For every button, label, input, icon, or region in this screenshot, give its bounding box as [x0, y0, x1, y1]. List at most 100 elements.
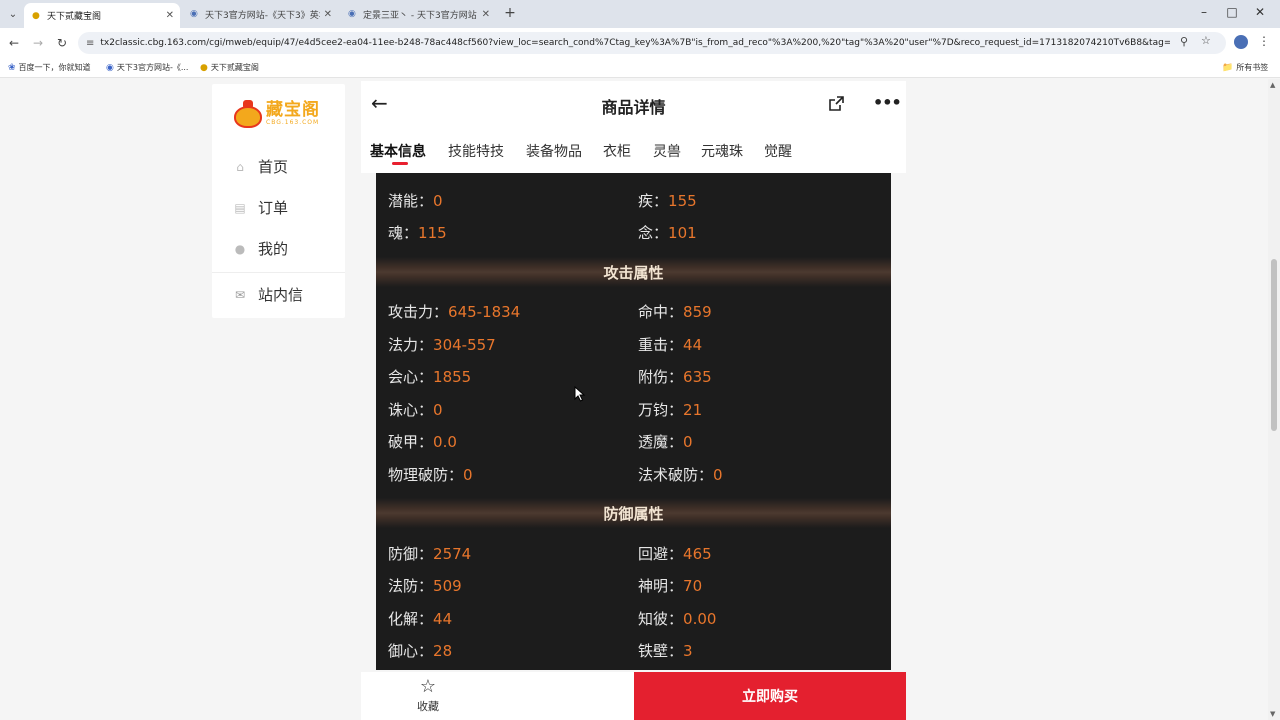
bottom-action-bar: ☆ 收藏 立即购买 — [361, 672, 906, 720]
attr-mind: 念：101 — [638, 224, 697, 242]
sidebar-divider — [212, 272, 345, 273]
bookmark-baidu[interactable]: ❀ 百度一下，你就知道 — [8, 62, 91, 73]
cbg-favicon-icon: ● — [200, 62, 208, 73]
attr-magic-break: 法术破防：0 — [638, 466, 723, 484]
buy-now-button[interactable]: 立即购买 — [634, 672, 906, 720]
attr-heart-guard: 御心：28 — [388, 642, 453, 660]
attr-armor-break: 破甲：0.0 — [388, 433, 457, 451]
star-icon: ☆ — [419, 676, 437, 697]
cbg-favicon-icon: ● — [32, 10, 40, 21]
tab-search-icon[interactable]: ⌄ — [4, 5, 22, 23]
folder-icon: 📁 — [1222, 62, 1234, 73]
tx3-favicon-icon: ◉ — [106, 62, 114, 73]
url-omnibox[interactable]: ≡ tx2classic.cbg.163.com/cgi/mweb/equip/… — [78, 32, 1226, 54]
sidebar-item-home[interactable]: ⌂ 首页 — [233, 156, 288, 177]
share-icon[interactable] — [828, 95, 845, 112]
tab-basic-info[interactable]: 基本信息 — [370, 141, 426, 161]
mail-icon: ✉ — [234, 287, 246, 302]
attr-potential: 潜能：0 — [388, 192, 443, 210]
sidebar-item-label: 订单 — [258, 199, 289, 217]
tab-equipment[interactable]: 装备物品 — [526, 141, 582, 161]
category-tabs: 基本信息 技能特技 装备物品 衣柜 灵兽 元魂珠 觉醒 — [361, 127, 906, 173]
tab-close-icon[interactable]: ✕ — [324, 9, 332, 20]
browser-menu-icon[interactable]: ⋮ — [1258, 34, 1270, 48]
tab-wardrobe[interactable]: 衣柜 — [603, 141, 631, 161]
bookmark-star-icon[interactable]: ☆ — [1201, 34, 1211, 47]
attr-evasion: 回避：465 — [638, 545, 712, 563]
bookmark-label: 天下贰藏宝阁 — [210, 63, 259, 72]
site-info-icon[interactable]: ≡ — [86, 38, 94, 49]
browser-tab-tx3-official[interactable]: ◉ 天下3官方网站-《天下3》英华 ✕ — [182, 3, 338, 25]
bookmark-cbg[interactable]: ● 天下贰藏宝阁 — [200, 62, 259, 73]
profile-avatar-icon[interactable] — [1234, 35, 1248, 49]
logo-subtext: CBG.163.COM — [266, 119, 320, 126]
section-header-attack: 攻击属性 — [376, 257, 891, 287]
attr-magic-penetration: 透魔：0 — [638, 433, 693, 451]
more-options-icon[interactable]: ••• — [873, 93, 902, 112]
sidebar-item-orders[interactable]: ▤ 订单 — [233, 197, 288, 218]
section-header-defense: 防御属性 — [376, 498, 891, 528]
scroll-down-icon[interactable]: ▼ — [1270, 710, 1275, 718]
tx3-favicon-icon: ◉ — [190, 9, 198, 19]
attr-extra-damage: 附伤：635 — [638, 368, 712, 386]
attr-heavy-force: 万钧：21 — [638, 401, 703, 419]
scrollbar-thumb[interactable] — [1271, 259, 1277, 431]
close-window-icon[interactable]: ✕ — [1250, 5, 1270, 19]
tab-close-icon[interactable]: ✕ — [166, 10, 174, 21]
bookmark-label: 百度一下，你就知道 — [18, 63, 91, 72]
favorite-button[interactable]: ☆ 收藏 — [361, 672, 495, 720]
sidebar-item-label: 首页 — [258, 158, 289, 176]
sidebar-item-mine[interactable]: ● 我的 — [233, 238, 288, 259]
attr-resolve: 化解：44 — [388, 610, 453, 628]
home-icon: ⌂ — [236, 159, 244, 174]
tab-skills[interactable]: 技能特技 — [448, 141, 504, 161]
sidebar-item-label: 我的 — [258, 240, 289, 258]
url-text[interactable]: tx2classic.cbg.163.com/cgi/mweb/equip/47… — [100, 38, 1170, 48]
attr-heavy-strike: 重击：44 — [638, 336, 703, 354]
maximize-icon[interactable]: □ — [1222, 5, 1242, 19]
bookmark-label: 所有书签 — [1236, 63, 1269, 72]
zoom-icon[interactable]: ⚲ — [1180, 35, 1188, 48]
baidu-paw-icon: ❀ — [8, 62, 16, 73]
attr-critical: 会心：1855 — [388, 368, 472, 386]
attr-heart-pierce: 诛心：0 — [388, 401, 443, 419]
tab-spirit-beast[interactable]: 灵兽 — [653, 141, 681, 161]
sidebar-item-messages[interactable]: ✉ 站内信 — [233, 284, 303, 305]
new-tab-icon[interactable]: + — [502, 5, 518, 21]
attr-insight: 知彼：0.00 — [638, 610, 717, 628]
sidebar: 藏宝阁 CBG.163.COM ⌂ 首页 ▤ 订单 ● 我的 ✉ 站内信 — [212, 84, 345, 318]
tab-soul-orb[interactable]: 元魂珠 — [701, 141, 743, 161]
user-icon: ● — [234, 241, 246, 256]
attr-speed: 疾：155 — [638, 192, 697, 210]
back-nav-icon[interactable]: ← — [6, 35, 22, 51]
favorite-label: 收藏 — [417, 700, 439, 713]
sidebar-item-label: 站内信 — [258, 286, 304, 304]
address-bar: ← → ↻ ≡ tx2classic.cbg.163.com/cgi/mweb/… — [0, 28, 1280, 58]
tx3-favicon-icon: ◉ — [348, 9, 356, 19]
attribute-panel[interactable]: 潜能：0 疾：155 魂：115 念：101 攻击属性 攻击力：645-1834… — [376, 173, 891, 670]
page-title: 商品详情 — [601, 98, 666, 117]
browser-tab-bar: ⌄ ● 天下贰藏宝阁 ✕ ◉ 天下3官方网站-《天下3》英华 ✕ ◉ 定景三亚丶… — [0, 0, 1280, 28]
mouse-cursor-icon — [574, 386, 586, 402]
reload-icon[interactable]: ↻ — [54, 35, 70, 51]
tab-title: 定景三亚丶 - 天下3官方网站 — [363, 10, 477, 21]
attr-attack-power: 攻击力：645-1834 — [388, 303, 521, 321]
browser-tab-cbg[interactable]: ● 天下贰藏宝阁 ✕ — [24, 3, 180, 28]
bookmarks-bar: ❀ 百度一下，你就知道 ◉ 天下3官方网站-《... ● 天下贰藏宝阁 📁 所有… — [0, 58, 1280, 78]
bookmark-label: 天下3官方网站-《... — [116, 63, 189, 72]
browser-tab-tx3-player[interactable]: ◉ 定景三亚丶 - 天下3官方网站 ✕ — [340, 3, 496, 25]
cbg-logo[interactable]: 藏宝阁 CBG.163.COM — [232, 96, 332, 132]
tab-title: 天下贰藏宝阁 — [47, 12, 102, 22]
all-bookmarks[interactable]: 📁 所有书签 — [1222, 62, 1268, 73]
attr-physical-break: 物理破防：0 — [388, 466, 473, 484]
tab-awakening[interactable]: 觉醒 — [764, 141, 792, 161]
attr-soul: 魂：115 — [388, 224, 447, 242]
tab-title: 天下3官方网站-《天下3》英华 — [205, 10, 320, 21]
forward-nav-icon[interactable]: → — [30, 35, 46, 51]
bookmark-tx3[interactable]: ◉ 天下3官方网站-《... — [106, 62, 188, 73]
treasure-bag-icon — [232, 98, 264, 130]
page-scrollbar[interactable]: ▲ ▼ — [1268, 79, 1280, 720]
minimize-icon[interactable]: – — [1194, 5, 1214, 19]
scroll-up-icon[interactable]: ▲ — [1270, 81, 1275, 89]
tab-close-icon[interactable]: ✕ — [482, 9, 490, 20]
